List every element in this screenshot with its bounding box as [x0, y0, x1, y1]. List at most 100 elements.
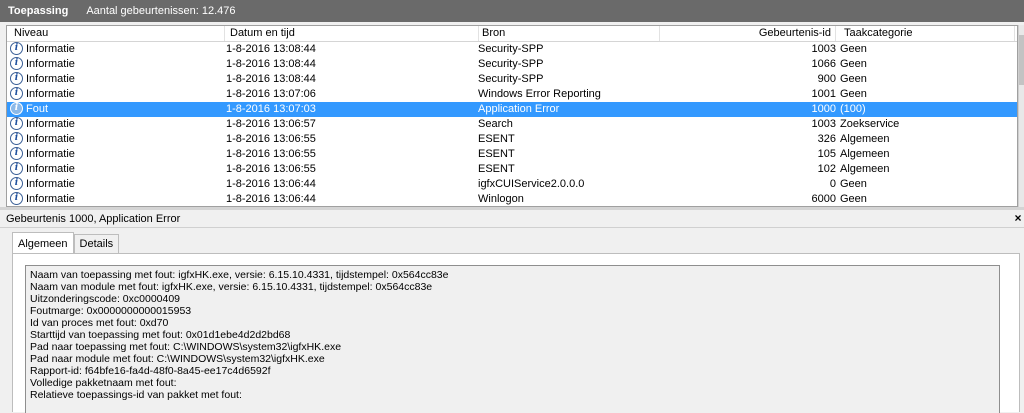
message-line: Rapport-id: f64bfe16-fa4d-48f0-8a45-ee17… — [30, 365, 271, 377]
cell-event-id: 326 — [817, 133, 836, 145]
cell-date: 1-8-2016 13:06:55 — [226, 163, 316, 175]
message-line: Foutmarge: 0x0000000000015953 — [30, 305, 192, 317]
info-circle-icon: i — [10, 72, 23, 85]
table-row[interactable]: i Informatie 1-8-2016 13:06:44 Winlogon 6000… — [7, 192, 1017, 206]
level-text: Informatie — [26, 193, 75, 205]
cell-date: 1-8-2016 13:08:44 — [226, 43, 316, 55]
table-row[interactable]: i Informatie 1-8-2016 13:07:06 Windows Erro… — [7, 87, 1017, 102]
cell-level: i Informatie — [10, 117, 225, 132]
cell-event-id: 105 — [817, 148, 836, 160]
level-text: Informatie — [26, 163, 75, 175]
table-row[interactable]: i Informatie 1-8-2016 13:06:57 Search 1003 Zo… — [7, 117, 1017, 132]
cell-date: 1-8-2016 13:08:44 — [226, 58, 316, 70]
cell-level: i Informatie — [10, 162, 225, 177]
info-circle-icon: i — [10, 192, 23, 205]
vertical-scrollbar[interactable] — [1018, 25, 1024, 207]
scrollbar-thumb[interactable] — [1019, 35, 1024, 85]
message-line: Naam van toepassing met fout: igfxHK.exe… — [30, 269, 449, 281]
cell-date: 1-8-2016 13:06:55 — [226, 148, 316, 160]
cell-source: ESENT — [478, 133, 515, 145]
table-header: Niveau Datum en tijd Bron Gebeurtenis-id… — [7, 26, 1017, 42]
cell-source: ESENT — [478, 163, 515, 175]
cell-category: Algemeen — [840, 163, 890, 175]
level-text: Informatie — [26, 133, 75, 145]
table-row[interactable]: i Informatie 1-8-2016 13:06:55 ESENT 105 Alge… — [7, 147, 1017, 162]
cell-source: Winlogon — [478, 193, 524, 205]
cell-level: i Informatie — [10, 42, 225, 57]
table-row[interactable]: i Informatie 1-8-2016 13:08:44 Security-SPP… — [7, 72, 1017, 87]
cell-date: 1-8-2016 13:06:55 — [226, 133, 316, 145]
table-row[interactable]: i Informatie 1-8-2016 13:08:44 Security-SPP… — [7, 42, 1017, 57]
cell-event-id: 900 — [817, 73, 836, 85]
cell-event-id: 1001 — [811, 88, 836, 100]
cell-source: Application Error — [478, 103, 560, 115]
cell-source: Security-SPP — [478, 58, 544, 70]
message-line: Naam van module met fout: igfxHK.exe, ve… — [30, 281, 433, 293]
level-text: Informatie — [26, 178, 75, 190]
cell-level: i Informatie — [10, 192, 225, 206]
tab-algemeen[interactable]: Algemeen — [12, 232, 74, 253]
message-line: Relatieve toepassings-id van pakket met … — [30, 389, 242, 401]
level-text: Informatie — [26, 148, 75, 160]
cell-date: 1-8-2016 13:07:06 — [226, 88, 316, 100]
cell-category: Geen — [840, 193, 867, 205]
cell-category: (100) — [840, 103, 866, 115]
log-name: Toepassing — [8, 5, 69, 17]
table-body: i Informatie 1-8-2016 13:08:44 Security-SPP… — [7, 42, 1017, 206]
table-row[interactable]: i Informatie 1-8-2016 13:06:55 ESENT 102 Alge… — [7, 162, 1017, 177]
level-text: Informatie — [26, 88, 75, 100]
cell-event-id: 1003 — [811, 43, 836, 55]
cell-date: 1-8-2016 13:06:44 — [226, 178, 316, 190]
level-text: Informatie — [26, 73, 75, 85]
cell-level: i Informatie — [10, 132, 225, 147]
level-text: Informatie — [26, 118, 75, 130]
cell-event-id: 1000 — [811, 103, 836, 115]
cell-category: Geen — [840, 58, 867, 70]
cell-date: 1-8-2016 13:06:57 — [226, 118, 316, 130]
cell-category: Algemeen — [840, 148, 890, 160]
cell-source: Security-SPP — [478, 43, 544, 55]
info-circle-icon: i — [10, 87, 23, 100]
cell-source: ESENT — [478, 148, 515, 160]
event-log-header: Toepassing Aantal gebeurtenissen: 12.476 — [0, 0, 1024, 22]
cell-level: i Informatie — [10, 72, 225, 87]
table-row[interactable]: i Informatie 1-8-2016 13:06:44 igfxCUIServi… — [7, 177, 1017, 192]
message-line: Uitzonderingscode: 0xc0000409 — [30, 293, 181, 305]
table-row[interactable]: i Informatie 1-8-2016 13:08:44 Security-SPP… — [7, 57, 1017, 72]
message-line: Starttijd van toepassing met fout: 0x01d… — [30, 329, 291, 341]
cell-category: Geen — [840, 178, 867, 190]
cell-category: Algemeen — [840, 133, 890, 145]
cell-level: i Informatie — [10, 177, 225, 192]
tab-details[interactable]: Details — [73, 234, 120, 253]
cell-source: Search — [478, 118, 513, 130]
column-header-level[interactable]: Niveau — [10, 26, 225, 41]
cell-event-id: 1003 — [811, 118, 836, 130]
close-icon[interactable]: × — [1012, 211, 1024, 225]
cell-category: Geen — [840, 88, 867, 100]
cell-source: Security-SPP — [478, 73, 544, 85]
events-table: Niveau Datum en tijd Bron Gebeurtenis-id… — [6, 25, 1018, 207]
info-circle-icon: i — [10, 177, 23, 190]
info-circle-icon: i — [10, 42, 23, 55]
message-line: Id van proces met fout: 0xd70 — [30, 317, 169, 329]
column-header-event-id[interactable]: Gebeurtenis-id — [660, 26, 836, 41]
cell-date: 1-8-2016 13:08:44 — [226, 73, 316, 85]
cell-level: i Fout — [10, 102, 225, 117]
cell-event-id: 0 — [829, 178, 836, 190]
cell-level: i Informatie — [10, 147, 225, 162]
column-header-category[interactable]: Taakcategorie — [840, 26, 1015, 41]
cell-event-id: 1066 — [811, 58, 836, 70]
event-count: Aantal gebeurtenissen: 12.476 — [86, 5, 236, 17]
table-row[interactable]: i Fout 1-8-2016 13:07:03 Application Error 1… — [7, 102, 1017, 117]
message-line: Pad naar module met fout: C:\WINDOWS\sys… — [30, 353, 325, 365]
info-circle-icon: i — [10, 57, 23, 70]
cell-source: Windows Error Reporting — [478, 88, 601, 100]
cell-category: Zoekservice — [840, 118, 900, 130]
column-header-source[interactable]: Bron — [478, 26, 660, 41]
cell-category: Geen — [840, 43, 867, 55]
message-line: Pad naar toepassing met fout: C:\WINDOWS… — [30, 341, 342, 353]
column-header-date[interactable]: Datum en tijd — [226, 26, 479, 41]
table-row[interactable]: i Informatie 1-8-2016 13:06:55 ESENT 326 Alge… — [7, 132, 1017, 147]
event-message[interactable]: Naam van toepassing met fout: igfxHK.exe… — [25, 265, 1000, 413]
cell-level: i Informatie — [10, 87, 225, 102]
